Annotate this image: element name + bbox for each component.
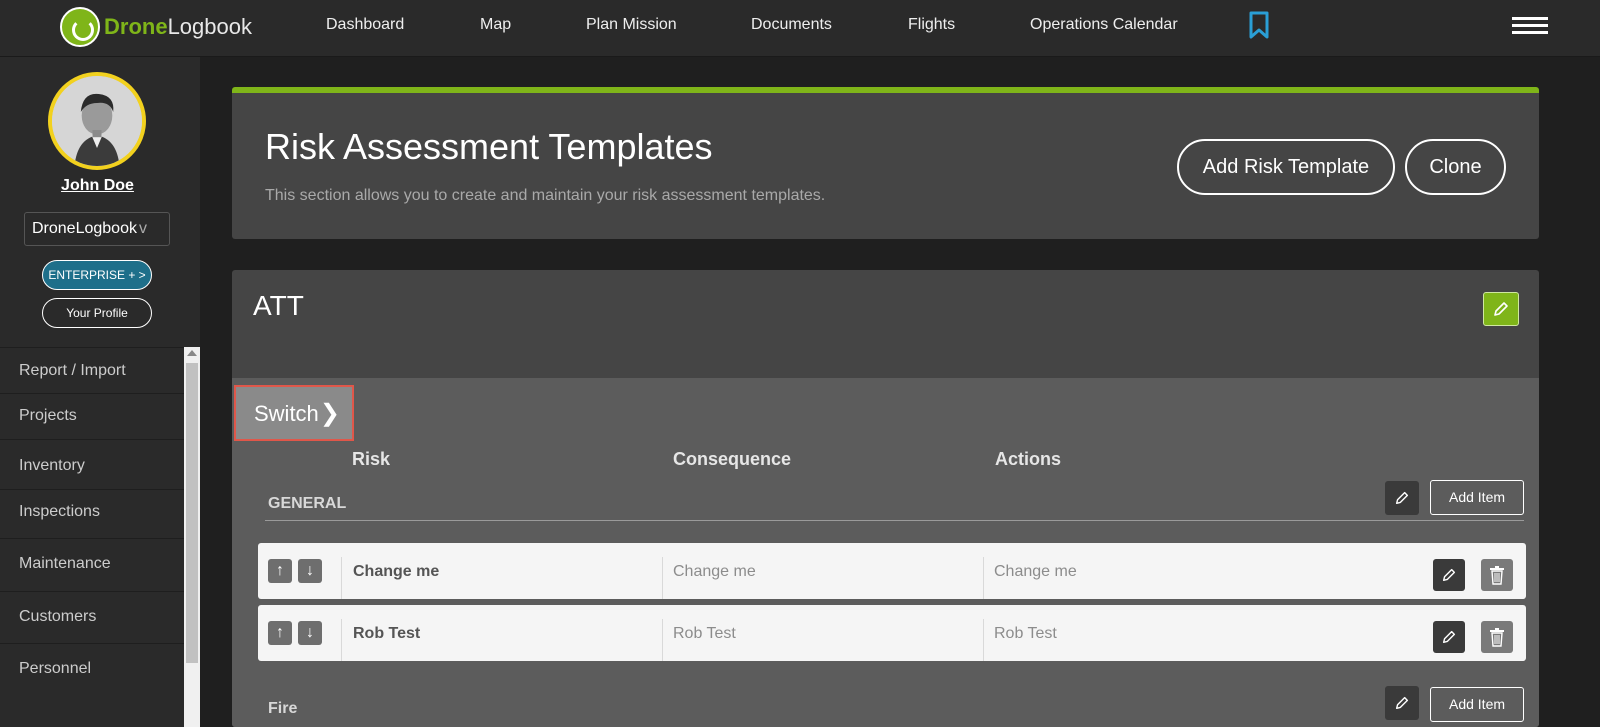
page-subtitle: This section allows you to create and ma… — [265, 187, 826, 204]
cell-divider — [983, 557, 984, 599]
hamburger-icon[interactable] — [1512, 17, 1548, 35]
edit-section-button[interactable] — [1385, 481, 1419, 515]
pencil-icon — [1494, 302, 1508, 316]
add-item-button[interactable]: Add Item — [1430, 480, 1524, 515]
template-items-panel: Switch ❯ Risk Consequence Actions GENERA… — [232, 378, 1539, 727]
row-action: Change me — [994, 563, 1077, 580]
arrow-up-icon[interactable]: ↑ — [268, 621, 292, 645]
avatar-portrait — [52, 76, 142, 166]
pencil-icon — [1395, 491, 1409, 505]
sidebar-item-report-import[interactable]: Report / Import — [0, 347, 184, 393]
brand-name-part1: Drone — [104, 14, 168, 39]
nav-flights[interactable]: Flights — [908, 16, 955, 34]
pencil-icon — [1442, 630, 1456, 644]
sidebar-item-maintenance[interactable]: Maintenance — [0, 538, 184, 591]
add-item-button[interactable]: Add Item — [1430, 687, 1524, 722]
scroll-up-arrow-icon[interactable] — [187, 350, 197, 356]
cell-divider — [341, 619, 342, 661]
organization-select[interactable]: DroneLogbook v — [24, 212, 170, 246]
chevron-right-icon: ❯ — [319, 400, 340, 427]
enterprise-plan-button[interactable]: ENTERPRISE + > — [42, 260, 152, 290]
arrow-up-icon[interactable]: ↑ — [268, 559, 292, 583]
section-title: GENERAL — [268, 495, 347, 512]
template-card: ATT Switch ❯ Risk Consequence Actions GE… — [232, 270, 1539, 727]
add-risk-template-button[interactable]: Add Risk Template — [1177, 139, 1395, 195]
arrow-down-icon[interactable]: ↓ — [298, 621, 322, 645]
organization-name: DroneLogbook — [32, 220, 137, 237]
avatar[interactable] — [48, 72, 146, 170]
sidebar-menu: Report / Import Projects Inventory Inspe… — [0, 347, 184, 695]
row-risk: Change me — [353, 563, 440, 580]
edit-section-button[interactable] — [1385, 686, 1419, 720]
sidebar-item-personnel[interactable]: Personnel — [0, 643, 184, 695]
edit-template-button[interactable] — [1483, 292, 1519, 326]
page-header-card: Risk Assessment Templates This section a… — [232, 87, 1539, 239]
drone-logo-icon — [60, 7, 100, 47]
edit-row-button[interactable] — [1433, 621, 1465, 653]
edit-row-button[interactable] — [1433, 559, 1465, 591]
cell-divider — [341, 557, 342, 599]
switch-label: Switch — [254, 401, 319, 426]
cell-divider — [662, 557, 663, 599]
bookmark-icon[interactable] — [1248, 11, 1270, 39]
sidebar-item-inspections[interactable]: Inspections — [0, 489, 184, 538]
section-title: Fire — [268, 700, 298, 717]
switch-button[interactable]: Switch ❯ — [234, 385, 354, 441]
nav-operations-calendar[interactable]: Operations Calendar — [1030, 16, 1178, 34]
column-header-actions: Actions — [995, 449, 1062, 469]
your-profile-button[interactable]: Your Profile — [42, 298, 152, 328]
pencil-icon — [1442, 568, 1456, 582]
row-action: Rob Test — [994, 625, 1057, 642]
arrow-down-icon[interactable]: ↓ — [298, 559, 322, 583]
section-divider — [265, 520, 1524, 521]
sidebar-item-projects[interactable]: Projects — [0, 393, 184, 439]
nav-documents[interactable]: Documents — [751, 16, 832, 34]
user-name-link[interactable]: John Doe — [0, 177, 195, 195]
cell-divider — [662, 619, 663, 661]
nav-map[interactable]: Map — [480, 16, 511, 34]
column-header-consequence: Consequence — [673, 449, 792, 469]
clone-button[interactable]: Clone — [1405, 139, 1506, 195]
delete-row-button[interactable] — [1481, 621, 1513, 653]
trash-icon — [1490, 628, 1504, 647]
table-row: ↑ ↓ Rob Test Rob Test Rob Test — [258, 605, 1526, 661]
sidebar-scrollbar[interactable] — [184, 347, 200, 727]
sidebar-item-inventory[interactable]: Inventory — [0, 439, 184, 489]
table-row: ↑ ↓ Change me Change me Change me — [258, 543, 1526, 599]
row-risk: Rob Test — [353, 625, 421, 642]
brand-name: DroneLogbook — [104, 14, 252, 40]
top-navbar: DroneLogbook Dashboard Map Plan Mission … — [0, 0, 1600, 57]
brand-logo[interactable]: DroneLogbook — [60, 7, 252, 47]
cell-divider — [983, 619, 984, 661]
brand-name-part2: Logbook — [167, 14, 252, 39]
row-consequence: Rob Test — [673, 625, 736, 642]
page-title: Risk Assessment Templates — [265, 126, 713, 167]
nav-plan-mission[interactable]: Plan Mission — [586, 16, 677, 34]
column-header-risk: Risk — [352, 449, 391, 469]
sidebar-item-customers[interactable]: Customers — [0, 591, 184, 643]
nav-dashboard[interactable]: Dashboard — [326, 16, 404, 34]
chevron-down-icon: v — [138, 220, 147, 237]
sidebar: John Doe DroneLogbook v ENTERPRISE + > Yo… — [0, 57, 200, 727]
row-consequence: Change me — [673, 563, 756, 580]
template-name: ATT — [253, 290, 304, 321]
delete-row-button[interactable] — [1481, 559, 1513, 591]
scrollbar-thumb[interactable] — [186, 363, 198, 663]
pencil-icon — [1395, 696, 1409, 710]
trash-icon — [1490, 566, 1504, 585]
